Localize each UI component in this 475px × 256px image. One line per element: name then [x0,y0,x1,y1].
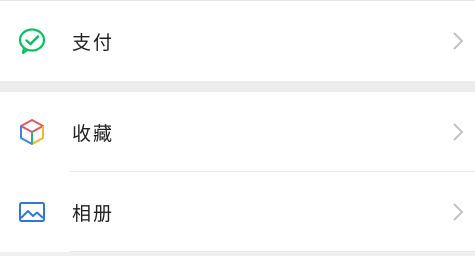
menu-group-pay: 支付 [0,0,475,81]
chevron-right-icon [453,123,464,141]
menu-item-label: 相册 [72,202,115,225]
section-gap [0,81,475,92]
menu-item-label: 支付 [72,31,115,54]
row-divider [70,251,475,252]
menu-group-main: 收藏 相册 [0,92,475,252]
menu-item-favorites[interactable]: 收藏 [0,92,475,172]
chevron-right-icon [453,32,464,50]
album-image-icon [16,196,48,228]
menu-item-pay[interactable]: 支付 [0,1,475,81]
wechat-pay-icon [16,25,48,57]
favorites-cube-icon [16,116,48,148]
chevron-right-icon [453,203,464,221]
menu-item-label: 收藏 [72,122,115,145]
menu-item-album[interactable]: 相册 [0,172,475,252]
